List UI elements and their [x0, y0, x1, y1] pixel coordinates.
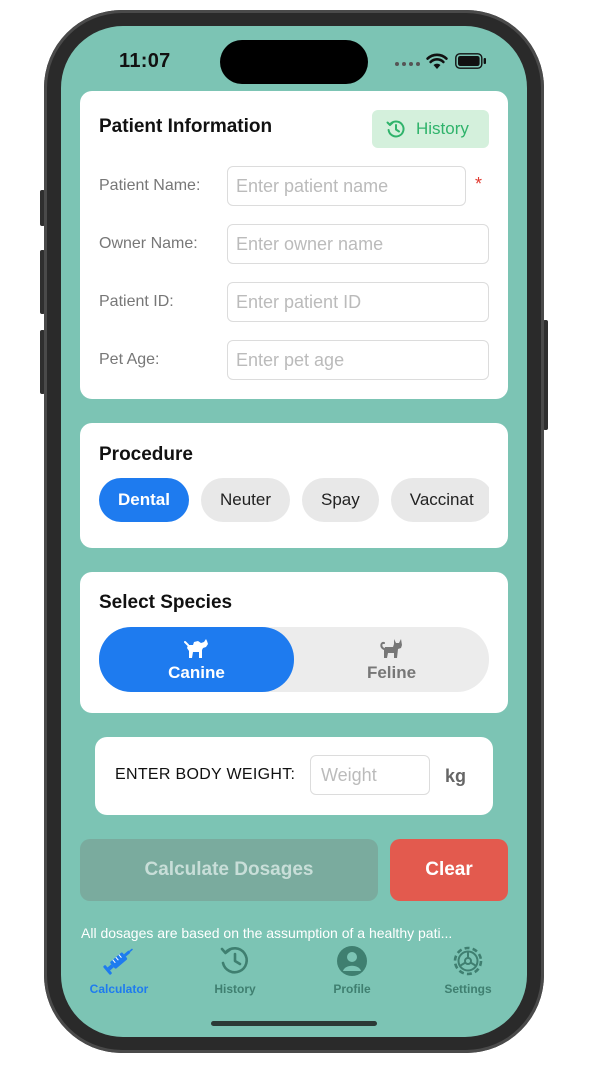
species-option-feline[interactable]: Feline: [294, 627, 489, 692]
status-time: 11:07: [119, 50, 171, 72]
species-title: Select Species: [99, 592, 233, 613]
history-button-label: History: [416, 119, 469, 138]
owner-name-label: Owner Name:: [99, 235, 198, 252]
signal-dots-icon: [395, 62, 420, 66]
body-weight-placeholder: Weight: [321, 764, 377, 785]
clear-button[interactable]: Clear: [390, 839, 508, 901]
gear-icon: [453, 946, 483, 976]
species-option-canine-label: Canine: [168, 662, 225, 682]
tab-profile[interactable]: Profile: [307, 944, 397, 996]
syringe-icon: [103, 948, 133, 975]
cat-icon: [379, 638, 402, 658]
species-option-canine[interactable]: Canine: [99, 627, 294, 692]
procedure-chip-neuter[interactable]: Neuter: [200, 478, 290, 522]
dynamic-island: [220, 40, 368, 84]
pet-age-placeholder: Enter pet age: [236, 349, 345, 370]
patient-id-placeholder: Enter patient ID: [236, 291, 362, 312]
wifi-icon: [426, 53, 448, 69]
app-screen: 11:07 Patient Information History Patien…: [61, 26, 527, 1037]
history-button[interactable]: History: [372, 110, 489, 148]
tab-history-label: History: [214, 982, 256, 996]
pet-age-label: Pet Age:: [99, 351, 160, 368]
battery-icon: [455, 53, 486, 69]
tab-profile-label: Profile: [333, 982, 371, 996]
required-asterisk: *: [475, 174, 483, 194]
procedure-chip-row[interactable]: Dental Neuter Spay Vaccinat: [99, 478, 489, 524]
body-weight-input[interactable]: Weight: [310, 755, 430, 795]
species-segmented-control: Canine Feline: [99, 627, 489, 692]
dog-icon: [183, 638, 208, 658]
procedure-chip-dental[interactable]: Dental: [99, 478, 189, 522]
species-option-feline-label: Feline: [366, 662, 417, 682]
tab-calculator-label: Calculator: [89, 982, 149, 996]
owner-name-input[interactable]: Enter owner name: [227, 224, 489, 264]
patient-name-label: Patient Name:: [99, 177, 201, 194]
tab-settings-label: Settings: [444, 982, 492, 996]
owner-name-placeholder: Enter owner name: [236, 233, 384, 254]
tab-history[interactable]: History: [190, 944, 280, 996]
history-icon: [220, 947, 248, 974]
procedure-chip-spay[interactable]: Spay: [302, 478, 379, 522]
pet-age-input[interactable]: Enter pet age: [227, 340, 489, 380]
history-clock-icon: [386, 120, 405, 138]
calculate-dosages-button[interactable]: Calculate Dosages: [80, 839, 378, 901]
patient-id-input[interactable]: Enter patient ID: [227, 282, 489, 322]
patient-name-placeholder: Enter patient name: [236, 175, 389, 196]
procedure-title: Procedure: [99, 444, 193, 465]
patient-id-label: Patient ID:: [99, 293, 174, 310]
tab-settings[interactable]: Settings: [423, 944, 513, 996]
weight-unit-label: kg: [445, 766, 467, 786]
tab-calculator[interactable]: Calculator: [74, 944, 164, 996]
procedure-chip-vaccination[interactable]: Vaccinat: [390, 478, 489, 522]
dosage-disclaimer: All dosages are based on the assumption …: [81, 925, 453, 941]
profile-icon: [337, 946, 367, 976]
patient-info-title: Patient Information: [99, 116, 273, 137]
body-weight-label: ENTER BODY WEIGHT:: [115, 766, 296, 783]
home-indicator: [211, 1021, 377, 1026]
patient-name-input[interactable]: Enter patient name: [227, 166, 466, 206]
